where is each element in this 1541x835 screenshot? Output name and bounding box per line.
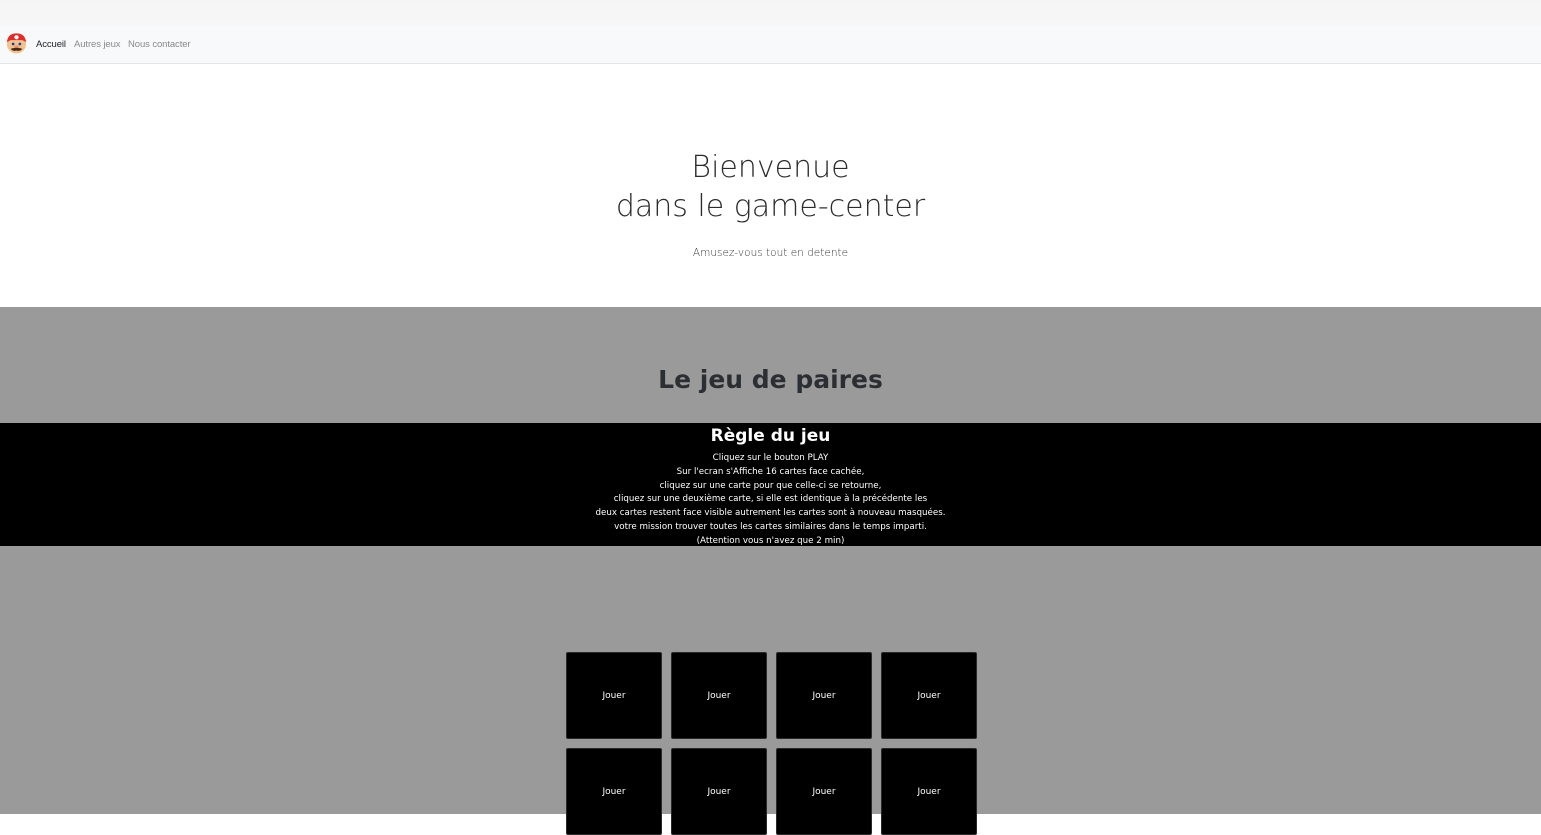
card-play-button[interactable]: Jouer xyxy=(776,652,872,739)
mario-face-icon[interactable] xyxy=(5,31,28,55)
card-play-button[interactable]: Jouer xyxy=(881,652,977,739)
card-play-button[interactable]: Jouer xyxy=(881,748,977,835)
nav-link-accueil[interactable]: Accueil xyxy=(36,39,66,50)
browser-top-strip xyxy=(0,0,1541,26)
rules-line: Cliquez sur le bouton PLAY xyxy=(712,453,829,463)
rules-line: (Attention vous n'avez que 2 min) xyxy=(696,535,845,546)
card-grid: Jouer Jouer Jouer Jouer Jouer Jouer Joue… xyxy=(566,652,978,835)
hero-subtitle: Amusez-vous tout en detente xyxy=(692,247,849,259)
card-play-button[interactable]: Jouer xyxy=(671,748,767,835)
nav-link-nous-contacter[interactable]: Nous contacter xyxy=(128,39,191,50)
rules-line: votre mission trouver toutes les cartes … xyxy=(614,521,927,532)
card-play-button[interactable]: Jouer xyxy=(566,652,662,739)
rules-line: deux cartes restent face visible autreme… xyxy=(595,508,946,519)
rules-text: Cliquez sur le bouton PLAY Sur l'ecran s… xyxy=(0,452,1541,549)
card-play-button[interactable]: Jouer xyxy=(566,748,662,835)
game-title: Le jeu de paires xyxy=(658,365,883,394)
hero-title-line2: dans le game-center xyxy=(615,189,926,224)
rules-line: cliquez sur une carte pour que celle-ci … xyxy=(659,480,882,491)
hero-title: Bienvenue dans le game-center xyxy=(0,148,1541,226)
card-play-button[interactable]: Jouer xyxy=(671,652,767,739)
rules-line: cliquez sur une deuxième carte, si elle … xyxy=(613,494,928,505)
rules-line: Sur l'ecran s'Affiche 16 cartes face cac… xyxy=(676,466,865,477)
nav-link-autres-jeux[interactable]: Autres jeux xyxy=(74,39,121,50)
navbar: Accueil Autres jeux Nous contacter xyxy=(0,26,1541,64)
rules-title: Règle du jeu xyxy=(710,426,831,446)
hero-section: Bienvenue dans le game-center Amusez-vou… xyxy=(0,64,1541,307)
game-section: Le jeu de paires Règle du jeu Cliquez su… xyxy=(0,307,1541,835)
card-play-button[interactable]: Jouer xyxy=(776,748,872,835)
rules-panel: Règle du jeu Cliquez sur le bouton PLAY … xyxy=(0,423,1541,546)
hero-title-line1: Bienvenue xyxy=(691,150,850,185)
